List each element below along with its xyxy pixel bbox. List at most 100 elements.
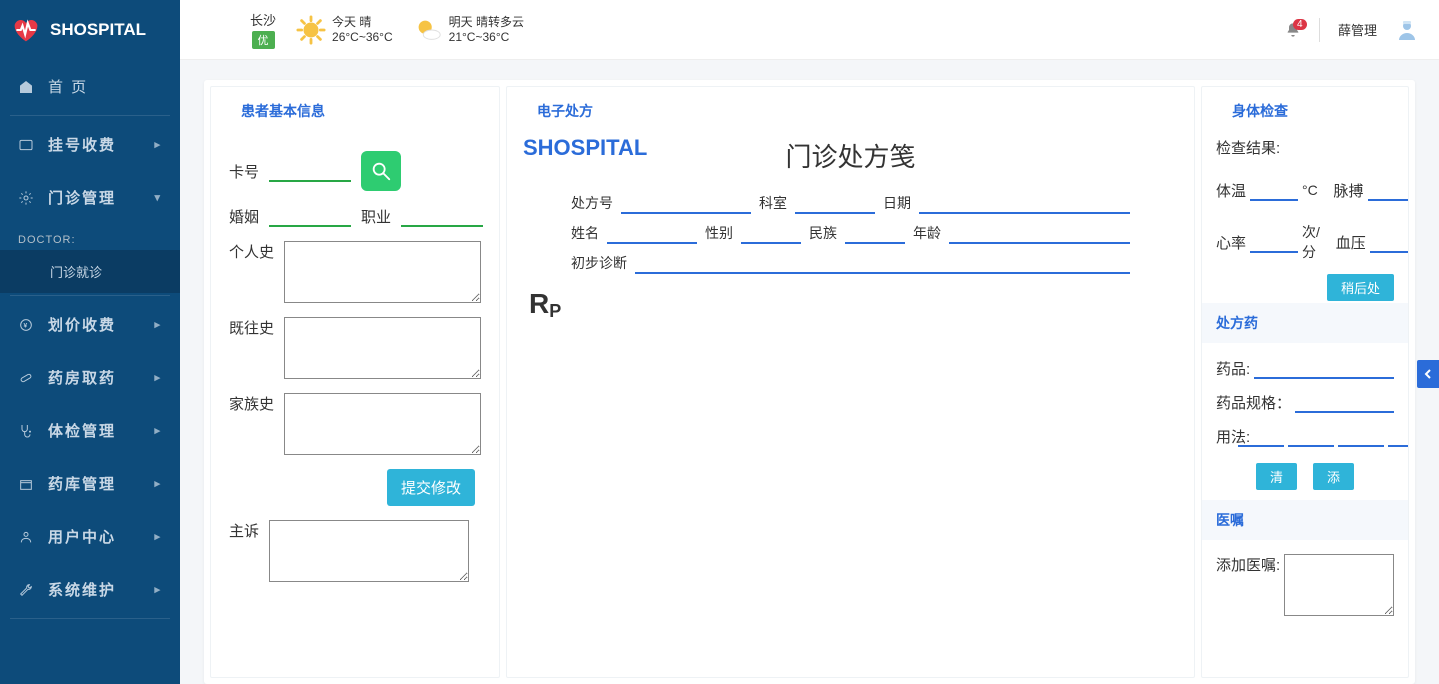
add-button[interactable]: 添 [1313,463,1354,490]
panel-eprescription: 电子处方 SHOSPITAL 门诊处方笺 处方号 科室 日期 姓名 性别 [506,86,1195,678]
predx-label: 初步诊断 [571,253,627,273]
home-icon [18,79,34,95]
cardno-input[interactable] [269,160,351,182]
job-label: 职业 [361,206,391,227]
topbar: SHOSPITAL 长沙 优 今天 晴 26°C~36°C 明天 晴转多云 21… [0,0,1439,60]
tomorrow-cond: 晴转多云 [476,15,524,29]
nav-user-center[interactable]: 用户中心 ▸ [0,510,180,563]
usage-input-1[interactable] [1238,425,1284,447]
nation-label: 民族 [809,223,837,243]
age-input[interactable] [949,222,1130,244]
svg-text:¥: ¥ [23,322,28,329]
panel-right: 身体检查 检查结果: 体温 °C 脉搏 次/分 更 心率 次/分 [1201,86,1409,678]
nav-label: 药房取药 [48,367,116,388]
nav-sub-clinic-visit[interactable]: 门诊就诊 [0,250,180,293]
stethoscope-icon [18,423,34,439]
marriage-input[interactable] [269,205,351,227]
panel-patient-info: 患者基本信息 卡号 婚姻 职业 个人史 [210,86,500,678]
family-hx-textarea[interactable] [284,393,481,455]
heart-ecg-icon [12,16,40,44]
pill-icon [18,370,34,386]
sidebar: 首 页 挂号收费 ▸ 门诊管理 ▾ DOCTOR: 门诊就诊 ¥ 划价收费 ▸ … [0,60,180,684]
nav-physical-exam[interactable]: 体检管理 ▸ [0,404,180,457]
job-input[interactable] [401,205,483,227]
nav-label: 门诊管理 [48,187,116,208]
usage-input-3[interactable] [1338,425,1384,447]
nav-system[interactable]: 系统维护 ▸ [0,563,180,616]
search-icon [370,160,392,182]
nav-group-doctor: DOCTOR: [0,224,180,250]
bp-input[interactable] [1370,231,1408,253]
chevron-right-icon: ▸ [154,424,162,437]
drug-input[interactable] [1254,357,1394,379]
nav-label: 挂号收费 [48,134,116,155]
sun-icon [296,15,326,45]
process-later-button[interactable]: 稍后处 [1327,274,1394,301]
coin-icon: ¥ [18,317,34,333]
usage-input-2[interactable] [1288,425,1334,447]
side-drawer-toggle[interactable] [1417,360,1439,388]
nav-home[interactable]: 首 页 [0,60,180,113]
hr-input[interactable] [1250,231,1298,253]
cc-textarea[interactable] [269,520,469,582]
spec-input[interactable] [1295,391,1394,413]
avatar[interactable] [1395,18,1419,42]
past-hx-textarea[interactable] [284,317,481,379]
temp-input[interactable] [1250,179,1298,201]
user-name[interactable]: 薛管理 [1338,20,1377,39]
chevron-down-icon: ▾ [154,191,162,204]
gear-icon [18,190,34,206]
brand-block: SHOSPITAL [0,0,180,60]
date-input[interactable] [919,192,1130,214]
nav-pharmacy[interactable]: 药房取药 ▸ [0,351,180,404]
personal-hx-textarea[interactable] [284,241,481,303]
content-area: 患者基本信息 卡号 婚姻 职业 个人史 [180,60,1439,684]
predx-input[interactable] [635,252,1130,274]
sex-input[interactable] [741,222,801,244]
usage-input-4[interactable] [1388,425,1408,447]
temp-unit: °C [1302,182,1318,198]
rp-symbol: RP [521,278,1180,320]
add-advice-label: 添加医嘱: [1216,554,1280,575]
chevron-right-icon: ▸ [154,318,162,331]
weather-block: 长沙 优 今天 晴 26°C~36°C 明天 晴转多云 21°C~36°C [250,10,524,49]
chevron-right-icon: ▸ [154,371,162,384]
nav-label: 体检管理 [48,420,116,441]
advice-section-title: 医嘱 [1202,500,1408,540]
nav-label: 用户中心 [48,526,116,547]
submit-edit-button[interactable]: 提交修改 [387,469,475,506]
pulse-input[interactable] [1368,179,1408,201]
aqi-badge: 优 [252,31,275,49]
notifications-button[interactable]: 4 [1285,22,1301,38]
chevron-right-icon: ▸ [154,477,162,490]
nav-drug-store[interactable]: 药库管理 ▸ [0,457,180,510]
nav-registration[interactable]: 挂号收费 ▸ [0,118,180,171]
rxno-input[interactable] [621,192,751,214]
cardno-label: 卡号 [229,161,259,182]
search-button[interactable] [361,151,401,191]
dept-input[interactable] [795,192,875,214]
temp-label: 体温 [1216,180,1246,201]
sun-cloud-icon [413,15,443,45]
clear-button[interactable]: 清 [1256,463,1297,490]
nav-pricing[interactable]: ¥ 划价收费 ▸ [0,298,180,351]
nav-label: 系统维护 [48,579,116,600]
box-icon [18,476,34,492]
bp-label: 血压 [1336,232,1366,253]
exam-panel-title: 身体检查 [1202,87,1408,129]
tomorrow-temp: 21°C~36°C [449,30,524,44]
advice-textarea[interactable] [1284,554,1394,616]
notif-count-badge: 4 [1293,19,1307,30]
name-label: 姓名 [571,223,599,243]
nav-label: 药库管理 [48,473,116,494]
nation-input[interactable] [845,222,905,244]
today-cond: 晴 [359,15,371,29]
family-hx-label: 家族史 [229,393,274,414]
ticket-icon [18,137,34,153]
nav-clinic-mgmt[interactable]: 门诊管理 ▾ [0,171,180,224]
spec-label: 药品规格： [1216,392,1291,413]
wrench-icon [18,582,34,598]
name-input[interactable] [607,222,697,244]
brand-text: SHOSPITAL [50,20,146,40]
tomorrow-label: 明天 [449,15,473,29]
